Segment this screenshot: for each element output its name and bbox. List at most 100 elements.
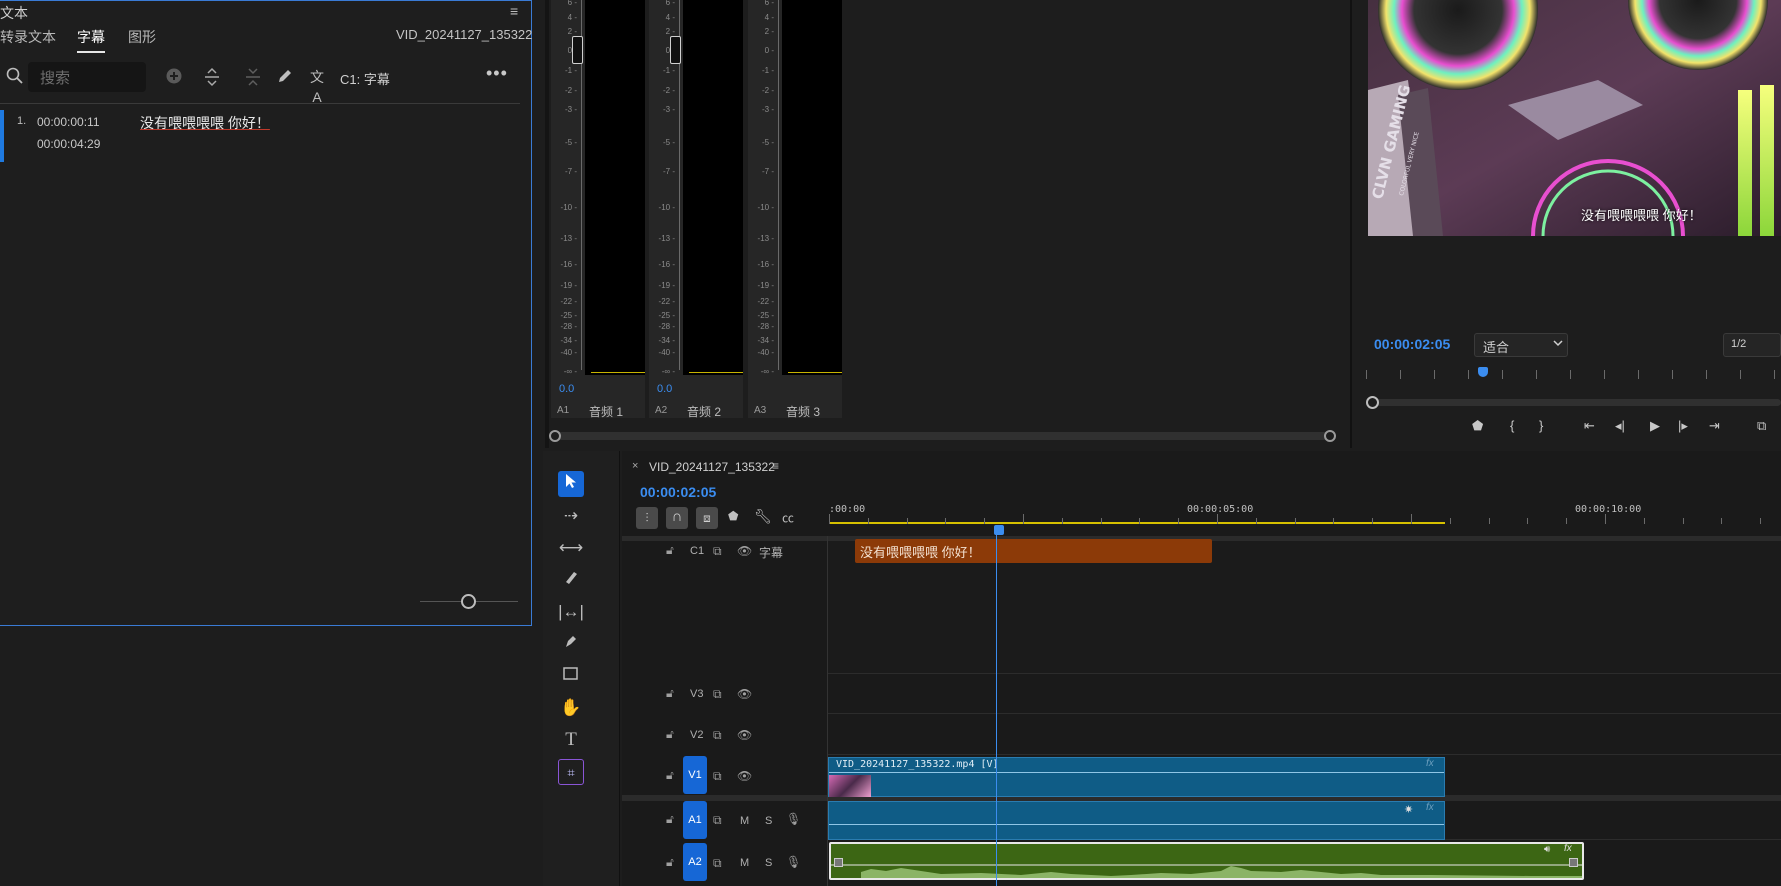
microphone-icon[interactable]: 🎙︎ xyxy=(786,812,801,826)
caption-text[interactable]: 没有喂喂喂喂 你好！ xyxy=(140,113,270,133)
volume-icon[interactable]: 🔊︎ xyxy=(1544,844,1550,855)
program-zoom-handle[interactable] xyxy=(1366,396,1379,409)
caption-tool-icon[interactable]: ⌗ xyxy=(558,759,584,785)
caption-track-label[interactable]: C1: 字幕 xyxy=(340,69,390,88)
program-timecode[interactable]: 00:00:02:05 xyxy=(1374,336,1450,352)
marker-icon[interactable]: ⬟ xyxy=(1472,418,1483,434)
zoom-slider-handle[interactable] xyxy=(461,594,476,609)
pen-tool-icon[interactable] xyxy=(558,631,584,657)
meter-scale-label: -13 - xyxy=(560,234,577,243)
tab-graphics[interactable]: 图形 xyxy=(128,27,156,47)
mute-button[interactable]: M xyxy=(740,815,749,827)
step-back-icon[interactable]: ◂| xyxy=(1615,418,1625,434)
meter-scale-label: 4 - xyxy=(567,13,577,22)
add-marker-icon[interactable]: ⬟ xyxy=(728,509,738,523)
timeline-sequence-tab[interactable]: VID_20241127_135322 xyxy=(649,460,775,474)
linked-selection-icon[interactable]: ⧈ xyxy=(696,507,718,529)
translate-icon[interactable]: 文A xyxy=(307,67,327,105)
caption-clip[interactable]: 没有喂喂喂喂 你好！ xyxy=(855,539,1212,563)
eye-icon[interactable]: 👁︎ xyxy=(737,544,752,558)
sync-lock-icon[interactable]: ⧉ xyxy=(713,856,722,871)
text-panel: 文本 ≡ 转录文本 字幕 图形 VID_20241127_135322 搜索 文… xyxy=(0,0,532,626)
video-clip-v1[interactable]: VID_20241127_135322.mp4 [V] fx xyxy=(828,757,1445,797)
lock-icon[interactable]: 🔓︎ xyxy=(666,686,674,701)
solo-button[interactable]: S xyxy=(765,857,772,869)
resolution-dropdown[interactable]: 1/2 xyxy=(1723,333,1781,357)
program-time-ruler[interactable] xyxy=(1366,360,1781,385)
fx-badge[interactable]: fx xyxy=(1564,843,1572,854)
audio-clip-a1[interactable]: ✷ fx xyxy=(828,801,1445,840)
volume-fader-handle[interactable] xyxy=(670,36,681,64)
sync-lock-icon[interactable]: ⧉ xyxy=(713,769,722,784)
sync-lock-icon[interactable]: ⧉ xyxy=(713,544,722,559)
timeline-timecode[interactable]: 00:00:02:05 xyxy=(640,484,716,500)
fx-badge[interactable]: fx xyxy=(1426,758,1434,769)
ripple-edit-tool-icon[interactable]: ⟷ xyxy=(558,535,584,561)
sync-lock-icon[interactable]: ⧉ xyxy=(713,728,722,743)
meter-bar-gap xyxy=(585,0,591,375)
close-tab-icon[interactable]: × xyxy=(632,460,638,472)
fx-badge[interactable]: fx xyxy=(1426,802,1434,813)
timeline-ruler[interactable]: :00:00 00:00:05:00 00:00:10:00 xyxy=(829,502,1781,534)
type-tool-icon[interactable]: T xyxy=(558,727,584,753)
play-icon[interactable]: ▶ xyxy=(1650,418,1660,434)
snap-icon[interactable]: ∩ xyxy=(666,507,688,529)
track-target-v1[interactable]: V1 xyxy=(683,756,707,794)
track-select-tool-icon[interactable]: ⇢ xyxy=(558,503,584,529)
split-caption-icon[interactable] xyxy=(202,67,222,87)
track-target-a1[interactable]: A1 xyxy=(683,801,707,839)
go-to-out-icon[interactable]: ⇥ xyxy=(1709,418,1720,434)
mark-out-icon[interactable]: } xyxy=(1539,418,1543,433)
lock-icon[interactable]: 🔓︎ xyxy=(666,812,674,827)
sync-lock-icon[interactable]: ⧉ xyxy=(713,813,722,828)
search-input[interactable]: 搜索 xyxy=(28,62,146,92)
razor-tool-icon[interactable] xyxy=(558,567,584,593)
lock-icon[interactable]: 🔓︎ xyxy=(666,855,674,870)
meter-scale-label: -25 - xyxy=(658,311,675,320)
track-target-a2[interactable]: A2 xyxy=(683,843,707,881)
nest-sequence-icon[interactable]: ⫶ xyxy=(636,507,658,529)
go-to-in-icon[interactable]: ⇤ xyxy=(1584,418,1595,434)
caption-row[interactable]: 1. 00:00:00:11 00:00:04:29 没有喂喂喂喂 你好！ xyxy=(0,107,520,163)
pencil-icon[interactable] xyxy=(275,67,295,87)
timeline-menu-icon[interactable]: ≡ xyxy=(772,459,779,473)
program-zoom-bar[interactable] xyxy=(1371,399,1781,406)
scrollbar-handle-left[interactable] xyxy=(549,430,561,442)
mute-button[interactable]: M xyxy=(740,857,749,869)
tab-captions[interactable]: 字幕 xyxy=(77,27,105,53)
program-video-frame[interactable]: CLVN GAMING COLORFUL VERY NICE 没有喂喂喂喂 你好… xyxy=(1368,0,1781,236)
microphone-icon[interactable]: 🎙︎ xyxy=(786,855,801,869)
keyframe-handle-right[interactable] xyxy=(1569,858,1578,867)
fit-dropdown[interactable]: 适合 xyxy=(1474,333,1568,357)
work-area-bar[interactable] xyxy=(829,522,1445,524)
tab-transcript[interactable]: 转录文本 xyxy=(0,27,56,47)
slip-tool-icon[interactable]: |↔| xyxy=(558,599,584,625)
merge-caption-icon[interactable] xyxy=(243,67,263,87)
eye-icon[interactable]: 👁︎ xyxy=(737,728,752,742)
add-caption-icon[interactable] xyxy=(164,67,184,87)
lock-icon[interactable]: 🔓︎ xyxy=(666,543,674,558)
hand-tool-icon[interactable]: ✋ xyxy=(558,695,584,721)
effect-star-icon[interactable]: ✷ xyxy=(1404,803,1413,816)
mark-in-icon[interactable]: { xyxy=(1510,418,1514,433)
panel-menu-icon[interactable]: ≡ xyxy=(510,3,518,19)
solo-button[interactable]: S xyxy=(765,815,772,827)
keyframe-handle-left[interactable] xyxy=(834,858,843,867)
volume-fader-handle[interactable] xyxy=(572,36,583,64)
sync-lock-icon[interactable]: ⧉ xyxy=(713,687,722,702)
captions-toggle-icon[interactable]: ㏄ xyxy=(782,509,794,526)
eye-icon[interactable]: 👁︎ xyxy=(737,687,752,701)
scrollbar-handle-right[interactable] xyxy=(1324,430,1336,442)
rectangle-tool-icon[interactable] xyxy=(558,663,584,689)
more-options-icon[interactable]: ••• xyxy=(486,63,508,84)
meter-scrollbar[interactable] xyxy=(551,432,1333,440)
audio-clip-a2[interactable]: 🔊︎ fx xyxy=(829,842,1584,880)
lock-icon[interactable]: 🔓︎ xyxy=(666,768,674,783)
program-playhead[interactable] xyxy=(1478,367,1488,377)
step-forward-icon[interactable]: |▸ xyxy=(1678,418,1688,434)
eye-icon[interactable]: 👁︎ xyxy=(737,769,752,783)
insert-icon[interactable]: ⧉ xyxy=(1757,418,1766,434)
wrench-icon[interactable]: 🔧︎ xyxy=(754,508,772,525)
lock-icon[interactable]: 🔓︎ xyxy=(666,727,674,742)
selection-tool-icon[interactable] xyxy=(558,471,584,497)
